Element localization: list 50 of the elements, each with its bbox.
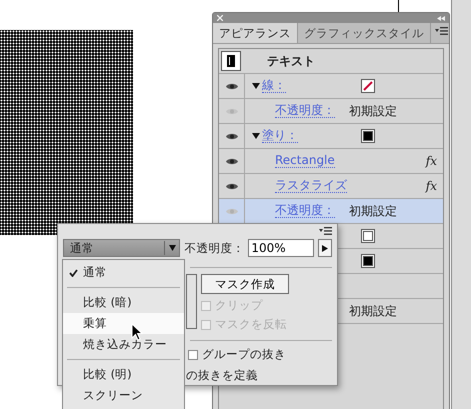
collapse-icon[interactable]	[437, 16, 445, 20]
opacity-value: 初期設定	[349, 302, 397, 320]
fx-icon[interactable]: fx	[426, 154, 437, 168]
object-type-label: テキスト	[267, 52, 315, 70]
menu-item[interactable]: 乗算	[63, 313, 184, 334]
attribute-link[interactable]: 線：	[262, 79, 286, 93]
attribute-link[interactable]: 塗り：	[262, 129, 298, 143]
menu-item[interactable]: 比較 (明)	[63, 364, 184, 385]
triangle-icon	[322, 244, 328, 252]
menu-item[interactable]: スクリーン	[63, 385, 184, 406]
fx-icon[interactable]: fx	[426, 179, 437, 193]
make-mask-button[interactable]: マスク作成	[201, 274, 289, 294]
check-icon	[68, 268, 78, 276]
stroke-swatch[interactable]	[361, 79, 375, 93]
eye-icon[interactable]	[224, 82, 238, 90]
disclosure-triangle-icon[interactable]	[250, 132, 262, 140]
checkbox-label: マスクを反転	[215, 317, 287, 332]
popup-menu-icon[interactable]	[319, 227, 332, 235]
disclosure-triangle-icon[interactable]	[250, 82, 262, 90]
eye-icon[interactable]	[224, 156, 238, 166]
mouse-pointer-icon	[131, 323, 143, 341]
panel-tab[interactable]: アピアランス	[213, 23, 298, 43]
checkbox[interactable]	[188, 350, 198, 360]
effect-link[interactable]: ラスタライズ	[275, 179, 347, 193]
text-thumbnail-icon	[221, 51, 241, 71]
menu-item[interactable]: 比較 (暗)	[63, 292, 184, 313]
fill-swatch[interactable]	[361, 229, 375, 243]
opacity-link[interactable]: 不透明度：	[275, 204, 335, 218]
checkbox-label: グループの抜き	[202, 347, 286, 362]
blend-mode-dropdown[interactable]: 通常	[63, 239, 180, 257]
effect-link[interactable]: Rectangle	[275, 154, 335, 168]
close-icon[interactable]	[217, 15, 223, 21]
opacity-link[interactable]: 不透明度：	[275, 104, 335, 118]
checkbox-label: の抜きを定義	[186, 368, 259, 383]
checkbox-label: クリップ	[215, 298, 263, 313]
opacity-field[interactable]: 100%	[248, 239, 314, 257]
opacity-label: 不透明度：	[184, 240, 244, 256]
appearance-row[interactable]: 不透明度： 初期設定	[219, 199, 443, 224]
eye-icon[interactable]	[224, 182, 238, 190]
appearance-row[interactable]: 不透明度： 初期設定	[219, 99, 443, 124]
menu-item[interactable]: 通常	[63, 262, 184, 283]
panel-menu-icon[interactable]	[435, 27, 448, 35]
eye-icon[interactable]	[224, 132, 238, 140]
menu-item[interactable]: 焼き込みカラー	[63, 334, 184, 355]
dropdown-arrow-icon	[168, 245, 176, 251]
fill-swatch[interactable]	[361, 129, 375, 143]
opacity-slider-button[interactable]	[318, 239, 332, 257]
fill-swatch[interactable]	[361, 254, 375, 268]
opacity-value: 初期設定	[349, 102, 397, 120]
opacity-value: 初期設定	[349, 202, 397, 220]
